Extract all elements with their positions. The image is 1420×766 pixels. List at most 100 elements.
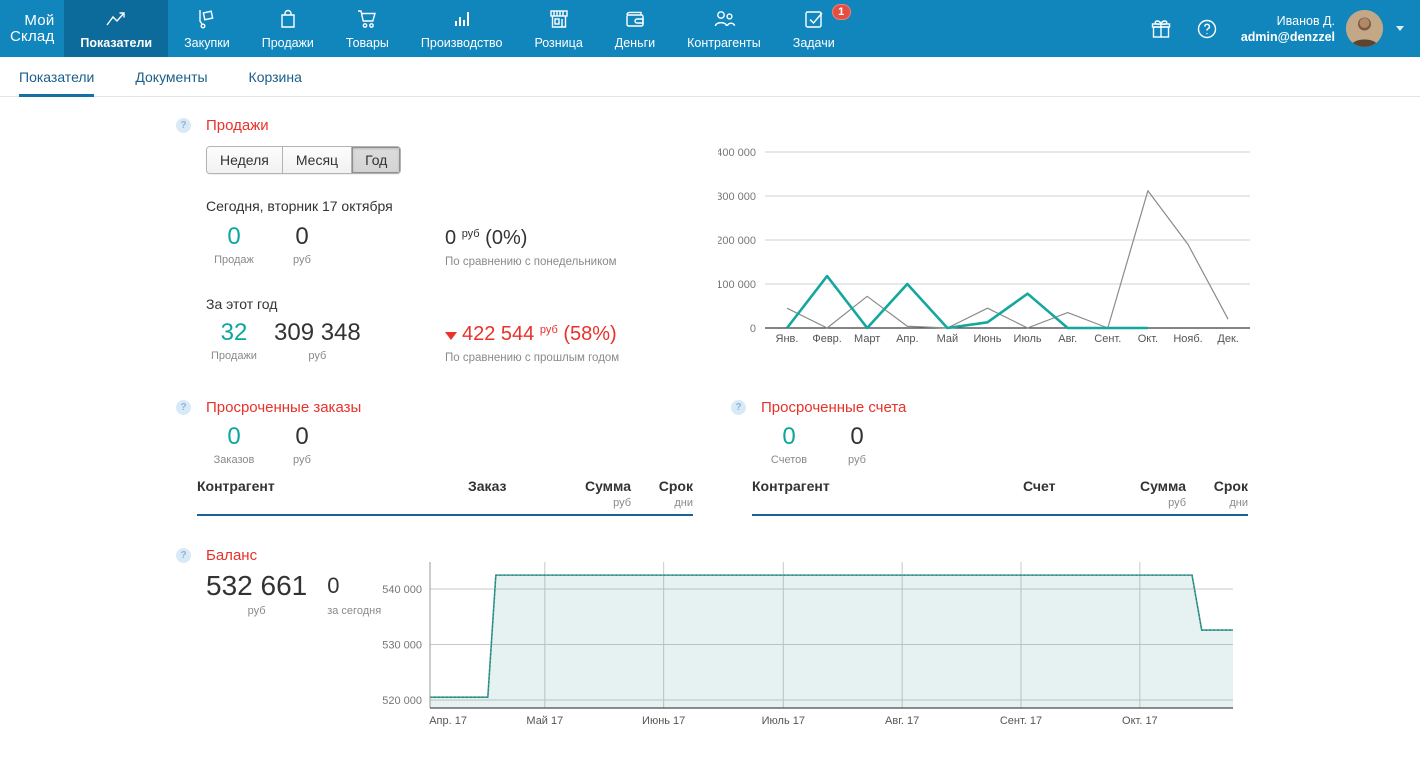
- nav-item-purchases[interactable]: Закупки: [168, 0, 246, 57]
- sales-year-amount: 309 348 руб: [274, 320, 361, 362]
- nav-item-label: Продажи: [262, 36, 314, 50]
- period-year-button[interactable]: Год: [352, 147, 400, 173]
- balance-title: Баланс: [206, 547, 257, 564]
- balance-amount: 532 661 руб: [206, 571, 307, 617]
- top-navbar: Мой Склад Показатели Закупки Продажи: [0, 0, 1420, 57]
- svg-text:Май: Май: [937, 333, 959, 345]
- navbar-right-group: Иванов Д. admin@denzzel: [1149, 0, 1420, 57]
- question-circle-icon[interactable]: [1195, 17, 1219, 41]
- sales-today-heading: Сегодня, вторник 17 октября: [206, 198, 736, 214]
- svg-text:Июль 17: Июль 17: [762, 715, 805, 727]
- bag-icon: [276, 5, 300, 33]
- nav-item-label: Деньги: [615, 36, 655, 50]
- svg-text:Февр.: Февр.: [812, 333, 842, 345]
- nav-item-counterparties[interactable]: Контрагенты: [671, 0, 777, 57]
- overdue-orders-count: 0 Заказов: [206, 424, 262, 466]
- nav-item-label: Товары: [346, 36, 389, 50]
- nav-item-label: Контрагенты: [687, 36, 761, 50]
- nav-item-label: Закупки: [184, 36, 230, 50]
- overdue-invoices-amount: 0 руб: [829, 424, 885, 466]
- tasks-count-badge: 1: [832, 4, 851, 20]
- sales-chart: 0100 000200 000300 000400 000Янв.Февр.Ма…: [718, 140, 1263, 352]
- svg-text:Янв.: Янв.: [776, 333, 799, 345]
- svg-text:Апр.: Апр.: [896, 333, 918, 345]
- tab-recycle-bin[interactable]: Корзина: [249, 57, 302, 96]
- svg-text:Май 17: Май 17: [526, 715, 563, 727]
- svg-text:540 000: 540 000: [382, 584, 422, 596]
- period-month-button[interactable]: Месяц: [283, 147, 352, 173]
- svg-text:Март: Март: [854, 333, 880, 345]
- overdue-invoices-title: Просроченные счета: [761, 399, 906, 416]
- people-icon: [711, 5, 737, 33]
- svg-text:Сент. 17: Сент. 17: [1000, 715, 1042, 727]
- svg-text:Авг.: Авг.: [1058, 333, 1077, 345]
- nav-item-goods[interactable]: Товары: [330, 0, 405, 57]
- sales-section: ? Продажи Неделя Месяц Год Сегодня, втор…: [176, 117, 736, 362]
- sales-today-amount: 0 руб: [274, 224, 330, 266]
- svg-text:Апр. 17: Апр. 17: [429, 715, 467, 727]
- handtruck-icon: [195, 5, 219, 33]
- svg-text:200 000: 200 000: [718, 235, 756, 247]
- nav-item-production[interactable]: Производство: [405, 0, 519, 57]
- app-logo-line1: Мой: [24, 13, 54, 29]
- app-logo-line2: Склад: [10, 29, 54, 45]
- task-check-icon: [802, 5, 826, 33]
- app-logo[interactable]: Мой Склад: [0, 0, 64, 57]
- nav-item-indicators[interactable]: Показатели: [64, 0, 168, 57]
- sales-today-delta: 0 руб (0%) По сравнению с понедельником: [445, 226, 617, 268]
- secondary-tabbar: Показатели Документы Корзина: [0, 57, 1420, 97]
- overdue-orders-section: ? Просроченные заказы 0 Заказов 0 руб Ко…: [176, 399, 693, 516]
- sales-year-delta: 422 544 руб (58%) По сравнению с прошлым…: [445, 322, 619, 364]
- svg-text:Июнь: Июнь: [974, 333, 1002, 345]
- tab-indicators[interactable]: Показатели: [19, 57, 94, 96]
- nav-item-label: Задачи: [793, 36, 835, 50]
- period-week-button[interactable]: Неделя: [207, 147, 283, 173]
- svg-text:Окт.: Окт.: [1138, 333, 1158, 345]
- user-menu-caret-icon: [1396, 26, 1404, 31]
- sales-today-count: 0 Продаж: [206, 224, 262, 266]
- svg-text:300 000: 300 000: [718, 191, 756, 203]
- sales-period-toggle: Неделя Месяц Год: [206, 146, 401, 174]
- nav-item-label: Показатели: [80, 36, 152, 50]
- nav-item-retail[interactable]: Розница: [518, 0, 598, 57]
- svg-text:Июнь 17: Июнь 17: [642, 715, 685, 727]
- svg-text:Сент.: Сент.: [1094, 333, 1121, 345]
- cart-icon: [355, 5, 379, 33]
- svg-text:Нояб.: Нояб.: [1173, 333, 1202, 345]
- user-name: Иванов Д.: [1241, 13, 1335, 29]
- nav-item-label: Розница: [534, 36, 582, 50]
- svg-text:400 000: 400 000: [718, 147, 756, 159]
- sales-year-heading: За этот год: [206, 296, 736, 312]
- overdue-orders-amount: 0 руб: [274, 424, 330, 466]
- user-menu[interactable]: Иванов Д. admin@denzzel: [1241, 10, 1404, 47]
- nav-item-label: Производство: [421, 36, 503, 50]
- user-email: admin@denzzel: [1241, 29, 1335, 45]
- overdue-invoices-section: ? Просроченные счета 0 Счетов 0 руб Конт…: [731, 399, 1248, 516]
- balance-help-icon[interactable]: ?: [176, 548, 191, 563]
- user-avatar: [1346, 10, 1383, 47]
- nav-item-money[interactable]: Деньги: [599, 0, 671, 57]
- tab-documents[interactable]: Документы: [135, 57, 207, 96]
- overdue-invoices-table-header: Контрагент Счет Сумма руб Срок дни: [752, 478, 1248, 516]
- overdue-orders-table-header: Контрагент Заказ Сумма руб Срок дни: [197, 478, 693, 516]
- bars-icon: [450, 5, 474, 33]
- overdue-orders-title: Просроченные заказы: [206, 399, 361, 416]
- gift-icon[interactable]: [1149, 17, 1173, 41]
- balance-chart: 520 000 530 000 540 000 Апр. 17 Май 17 Июнь 1…: [372, 556, 1254, 736]
- svg-text:Дек.: Дек.: [1217, 333, 1238, 345]
- svg-text:Авг. 17: Авг. 17: [885, 715, 919, 727]
- svg-text:520 000: 520 000: [382, 695, 422, 707]
- overdue-invoices-help-icon[interactable]: ?: [731, 400, 746, 415]
- svg-text:530 000: 530 000: [382, 640, 422, 652]
- overdue-orders-help-icon[interactable]: ?: [176, 400, 191, 415]
- wallet-icon: [623, 5, 647, 33]
- overdue-invoices-count: 0 Счетов: [761, 424, 817, 466]
- user-info: Иванов Д. admin@denzzel: [1241, 13, 1335, 45]
- nav-item-tasks[interactable]: Задачи 1: [777, 0, 851, 57]
- sales-help-icon[interactable]: ?: [176, 118, 191, 133]
- sales-year-count: 32 Продажи: [206, 320, 262, 362]
- storefront-icon: [547, 5, 571, 33]
- svg-text:0: 0: [750, 323, 756, 335]
- nav-item-sales[interactable]: Продажи: [246, 0, 330, 57]
- decrease-arrow-icon: [445, 332, 457, 340]
